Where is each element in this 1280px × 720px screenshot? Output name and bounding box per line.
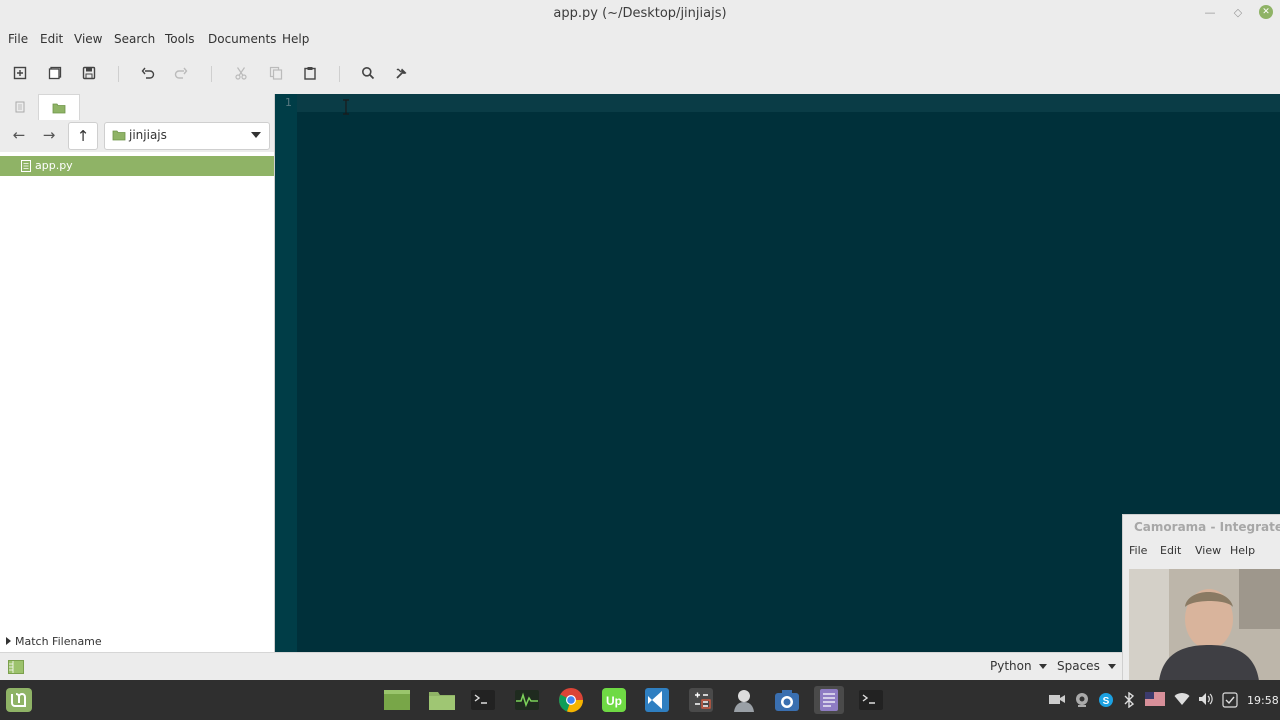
camera-tray-icon[interactable] <box>1049 692 1065 709</box>
current-line-highlight <box>297 94 1280 112</box>
tab-file-browser[interactable] <box>38 94 80 121</box>
folder-icon <box>112 130 126 141</box>
menu-edit[interactable]: Edit <box>40 32 63 46</box>
save-icon[interactable] <box>80 64 98 82</box>
file-item[interactable]: app.py <box>0 156 274 176</box>
skype-tray-icon[interactable]: S <box>1098 692 1114 711</box>
terminal-icon[interactable] <box>468 686 498 714</box>
clock[interactable]: 19:58 <box>1247 694 1279 707</box>
up-arrow-icon[interactable]: ↑ <box>68 122 98 150</box>
indent-selector[interactable]: Spaces <box>1057 659 1116 673</box>
camorama-window[interactable]: Camorama - Integrated File Edit View Hel… <box>1122 514 1280 682</box>
vscode-icon[interactable] <box>642 686 672 714</box>
webcam-app-icon[interactable] <box>772 686 802 714</box>
toolbar-separator <box>211 66 212 82</box>
window-title: app.py (~/Desktop/jinjiajs) <box>553 6 727 21</box>
cut-icon[interactable] <box>232 64 250 82</box>
close-button[interactable]: ✕ <box>1259 5 1273 19</box>
side-panel: ← → ↑ jinjiajs app.py Match Filename <box>0 94 275 652</box>
camorama-menu-edit[interactable]: Edit <box>1160 544 1181 557</box>
toolbar-separator <box>118 66 119 82</box>
camorama-menu-file[interactable]: File <box>1129 544 1147 557</box>
terminal-icon[interactable] <box>856 686 886 714</box>
taskbar: Up S 19:58 <box>0 680 1280 720</box>
chevron-down-icon[interactable] <box>251 132 261 138</box>
undo-icon[interactable] <box>139 64 157 82</box>
chevron-down-icon <box>1039 664 1048 669</box>
minimize-button[interactable]: — <box>1203 5 1217 19</box>
toolbar <box>0 56 1280 90</box>
webcam-tray-icon[interactable] <box>1074 692 1090 711</box>
camorama-menu-view[interactable]: View <box>1195 544 1221 557</box>
volume-tray-icon[interactable] <box>1198 692 1214 709</box>
file-name: app.py <box>35 159 73 172</box>
side-panel-toggle-icon[interactable] <box>8 660 24 674</box>
menu-help[interactable]: Help <box>282 32 309 46</box>
copy-icon[interactable] <box>267 64 285 82</box>
menu-file[interactable]: File <box>8 32 28 46</box>
user-accounts-icon[interactable] <box>729 686 759 714</box>
system-monitor-icon[interactable] <box>512 686 542 714</box>
camorama-menu-help[interactable]: Help <box>1230 544 1255 557</box>
text-cursor-icon <box>342 99 350 115</box>
tools-icon[interactable] <box>393 64 411 82</box>
updates-tray-icon[interactable] <box>1222 692 1238 711</box>
search-icon[interactable] <box>359 64 377 82</box>
chevron-down-icon <box>1107 664 1116 669</box>
menu-view[interactable]: View <box>74 32 102 46</box>
menu-bar: File Edit View Search Tools Documents He… <box>0 28 1280 50</box>
file-icon <box>21 160 31 172</box>
forward-arrow-icon[interactable]: → <box>35 122 63 148</box>
status-bar: Python Spaces <box>0 652 1280 681</box>
line-number-gutter: 1 <box>275 94 297 652</box>
back-arrow-icon[interactable]: ← <box>5 122 33 148</box>
language-selector[interactable]: Python <box>990 659 1048 673</box>
redo-icon[interactable] <box>172 64 190 82</box>
upwork-icon[interactable]: Up <box>599 686 629 714</box>
webcam-feed <box>1129 569 1280 681</box>
calculator-icon[interactable] <box>686 686 716 714</box>
documents-icon <box>15 101 25 113</box>
tab-documents[interactable] <box>0 94 40 120</box>
menu-documents[interactable]: Documents <box>208 32 276 46</box>
menu-search[interactable]: Search <box>114 32 155 46</box>
menu-tools[interactable]: Tools <box>165 32 195 46</box>
paste-icon[interactable] <box>301 64 319 82</box>
chrome-browser-icon[interactable] <box>556 686 586 714</box>
window-title-bar[interactable]: app.py (~/Desktop/jinjiajs) — ◇ ✕ <box>0 0 1280 28</box>
text-editor-icon[interactable] <box>814 686 844 714</box>
files-folder-icon[interactable] <box>427 686 457 714</box>
mint-menu-icon[interactable] <box>4 686 34 714</box>
svg-text:Up: Up <box>606 694 622 708</box>
open-document-icon[interactable] <box>46 64 64 82</box>
toolbar-separator <box>339 66 340 82</box>
maximize-button[interactable]: ◇ <box>1231 5 1245 19</box>
file-browser-nav: ← → ↑ jinjiajs <box>0 120 274 152</box>
indent-label: Spaces <box>1057 659 1100 673</box>
folder-icon <box>52 103 66 114</box>
show-desktop-icon[interactable] <box>382 686 412 714</box>
keyboard-layout-flag-icon[interactable] <box>1145 692 1165 709</box>
match-filename-label: Match Filename <box>15 635 102 648</box>
folder-name: jinjiajs <box>129 128 167 142</box>
bluetooth-tray-icon[interactable] <box>1123 691 1135 711</box>
side-panel-tabs <box>0 94 274 121</box>
language-label: Python <box>990 659 1032 673</box>
chevron-right-icon <box>6 637 11 645</box>
match-filename-expander[interactable]: Match Filename <box>6 635 102 648</box>
line-number: 1 <box>285 96 292 109</box>
svg-text:S: S <box>1103 696 1110 707</box>
wifi-tray-icon[interactable] <box>1174 692 1190 709</box>
new-document-icon[interactable] <box>11 64 29 82</box>
folder-selector[interactable]: jinjiajs <box>104 122 270 150</box>
camorama-title: Camorama - Integrated <box>1134 520 1280 534</box>
